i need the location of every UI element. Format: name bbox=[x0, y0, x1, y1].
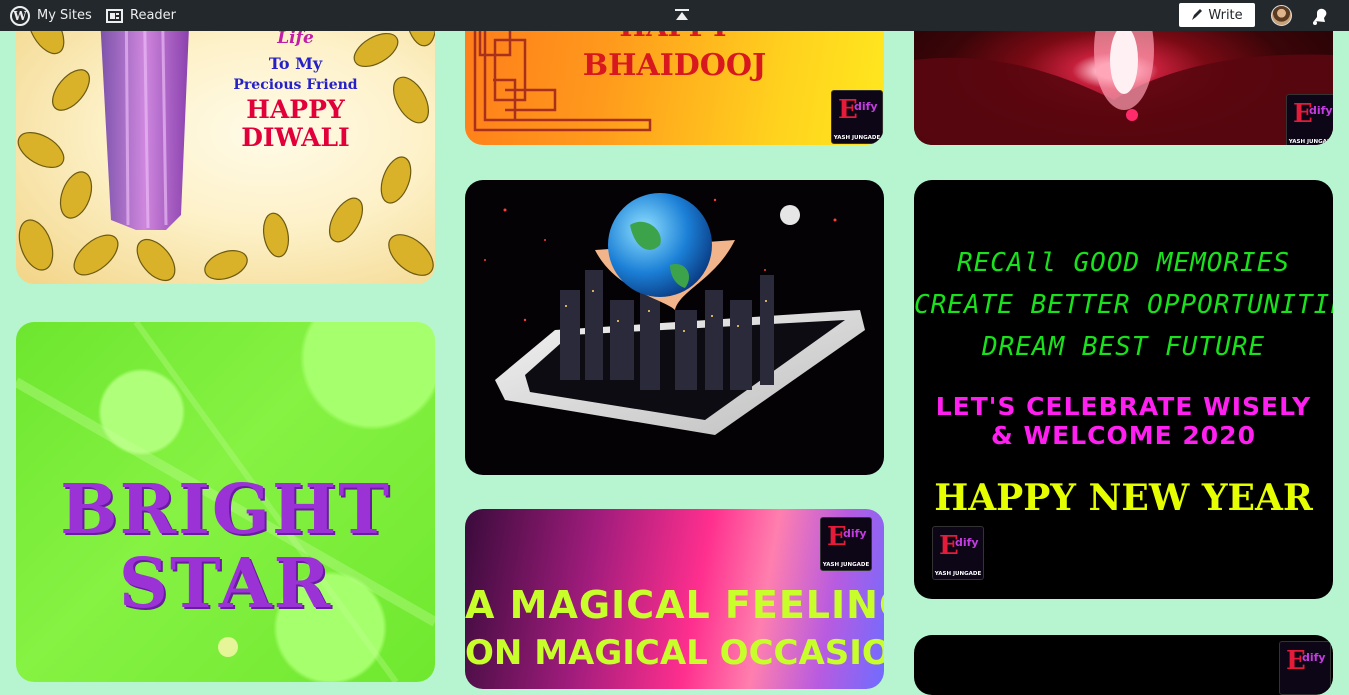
diwali-line-3: Precious Friend bbox=[233, 77, 358, 93]
notifications-bell-icon[interactable] bbox=[1310, 6, 1330, 26]
magical-line-2: ON MAGICAL OCCASION bbox=[465, 633, 884, 673]
reader-icon bbox=[106, 8, 123, 23]
new-year-line-1: RECAll GOOD MEMORIES bbox=[956, 248, 1291, 278]
diwali-line-5: DIWALI bbox=[241, 123, 350, 152]
reader-label: Reader bbox=[130, 8, 177, 23]
bright-star-line-1: BRIGHT bbox=[60, 470, 391, 550]
bright-star-post-card[interactable]: BRIGHT STAR bbox=[16, 322, 435, 682]
new-year-line-2: CREATE BETTER OPPORTUNITIES bbox=[914, 290, 1333, 320]
bhaidooj-line-2: BHAIDOOJ bbox=[582, 48, 767, 83]
magical-feeling-post-card[interactable]: A MAGICAL FEELING ON MAGICAL OCCASION E … bbox=[465, 509, 884, 689]
write-button[interactable]: Write bbox=[1179, 3, 1255, 27]
new-year-line-4: LET'S CELEBRATE WISELY bbox=[935, 392, 1312, 421]
pen-icon bbox=[1192, 9, 1203, 20]
bright-star-line-2: STAR bbox=[118, 544, 333, 624]
my-sites-menu[interactable]: W My Sites bbox=[10, 0, 92, 31]
edify-logo: E dify YASH JUNGADE bbox=[932, 526, 984, 580]
diwali-line-1: Life bbox=[277, 28, 314, 48]
post-card-partial[interactable]: E dify bbox=[914, 635, 1333, 695]
diwali-line-2: To My bbox=[268, 54, 323, 73]
edify-logo: E dify bbox=[1279, 641, 1331, 695]
magical-line-1: A MAGICAL FEELING bbox=[465, 583, 884, 627]
admin-bar: W My Sites Reader Write bbox=[0, 0, 1349, 31]
edify-logo: E dify YASH JUNGADE bbox=[831, 90, 883, 144]
collapse-bar-icon[interactable] bbox=[675, 9, 689, 21]
user-avatar[interactable] bbox=[1271, 5, 1292, 26]
diwali-post-card[interactable]: Life To My Precious Friend HAPPY DIWALI bbox=[16, 0, 435, 284]
new-year-line-3: DREAM BEST FUTURE bbox=[981, 332, 1266, 362]
diwali-line-4: HAPPY bbox=[246, 95, 345, 124]
my-sites-label: My Sites bbox=[37, 8, 92, 23]
write-label: Write bbox=[1208, 7, 1243, 23]
reader-menu[interactable]: Reader bbox=[106, 0, 176, 31]
new-year-line-6: HAPPY NEW YEAR bbox=[934, 477, 1313, 519]
wordpress-logo-icon: W bbox=[10, 5, 30, 26]
new-year-post-card[interactable]: RECAll GOOD MEMORIES CREATE BETTER OPPOR… bbox=[914, 180, 1333, 599]
globe-phone-post-card[interactable] bbox=[465, 180, 884, 475]
new-year-line-5: & WELCOME 2020 bbox=[991, 421, 1256, 450]
edify-logo: E dify YASH JUNGADE bbox=[1286, 94, 1333, 145]
globe-city-phone-illustration bbox=[484, 193, 865, 435]
edify-logo: E dify YASH JUNGADE bbox=[820, 517, 872, 571]
